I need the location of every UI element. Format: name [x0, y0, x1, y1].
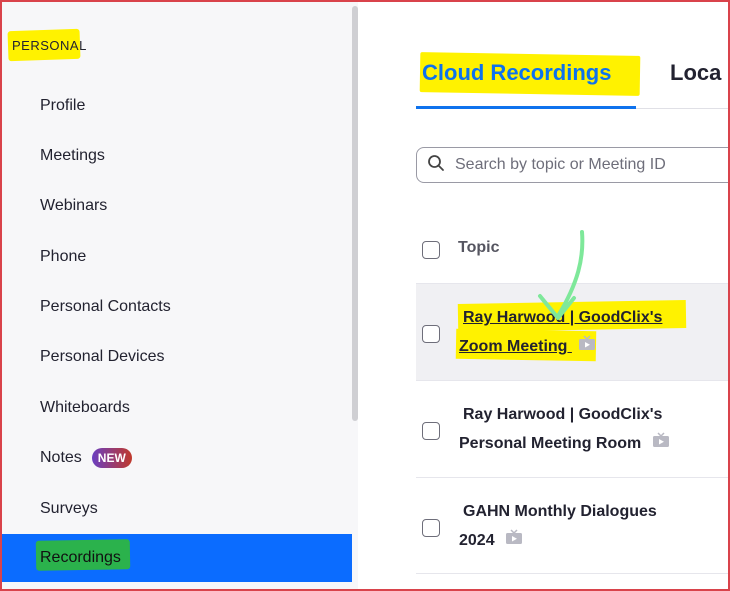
sidebar-item-label: Notes [40, 449, 82, 466]
sidebar-item-label: Personal Devices [40, 348, 165, 365]
tab-local-recordings[interactable]: Loca [670, 60, 721, 86]
topic-line-2: 2024 [459, 532, 495, 549]
row-checkbox[interactable] [422, 422, 440, 440]
sidebar-item-profile[interactable]: Profile [2, 82, 352, 130]
sidebar-item-personal-devices[interactable]: Personal Devices [2, 333, 352, 381]
sidebar-item-surveys[interactable]: Surveys [2, 485, 352, 533]
sidebar-item-label: Recordings [40, 549, 121, 566]
row-checkbox[interactable] [422, 325, 440, 343]
tv-icon [578, 332, 596, 361]
sidebar-item-label: Phone [40, 248, 87, 265]
sidebar-item-whiteboards[interactable]: Whiteboards [2, 384, 352, 432]
sidebar-item-label: Personal Contacts [40, 298, 171, 315]
active-tab-indicator [416, 106, 636, 109]
table-row[interactable]: Ray Harwood | GoodClix's Personal Meetin… [416, 380, 728, 477]
topic-line-2: Personal Meeting Room [459, 435, 642, 452]
tv-icon [505, 526, 523, 555]
sidebar-item-recordings[interactable]: Recordings [2, 534, 352, 582]
column-header-topic: Topic [458, 239, 500, 256]
search-box[interactable] [416, 147, 728, 183]
annotation-arrow-icon [538, 230, 585, 320]
recording-topic-link[interactable]: Ray Harwood | GoodClix's Personal Meetin… [459, 400, 724, 458]
new-badge: NEW [91, 448, 132, 468]
sidebar-item-phone[interactable]: Phone [2, 233, 352, 281]
sidebar-item-webinars[interactable]: Webinars [2, 182, 352, 230]
app-window: PERSONAL Profile Meetings Webinars Phone… [0, 0, 730, 591]
select-all-checkbox[interactable] [422, 241, 440, 259]
table-row[interactable]: GAHN Monthly Dialogues 2024 [416, 477, 728, 574]
sidebar: PERSONAL Profile Meetings Webinars Phone… [2, 2, 358, 589]
topic-line-1: Ray Harwood | GoodClix's [463, 406, 663, 423]
sidebar-item-meetings[interactable]: Meetings [2, 132, 352, 180]
sidebar-item-label: Profile [40, 97, 86, 114]
tab-cloud-recordings[interactable]: Cloud Recordings [422, 60, 611, 86]
sidebar-item-label: Whiteboards [40, 399, 130, 416]
sidebar-item-label: Webinars [40, 197, 108, 214]
recording-topic-link[interactable]: Ray Harwood | GoodClix's Zoom Meeting [459, 303, 724, 361]
sidebar-item-personal-contacts[interactable]: Personal Contacts [2, 283, 352, 331]
search-input[interactable] [453, 155, 728, 175]
sidebar-item-label: Meetings [40, 147, 105, 164]
search-icon [427, 154, 445, 177]
tv-icon [652, 429, 670, 458]
topic-line-1: GAHN Monthly Dialogues [463, 503, 657, 520]
main-content: Cloud Recordings Loca Topic Ray Harwoo [358, 2, 728, 589]
row-checkbox[interactable] [422, 519, 440, 537]
row-divider [416, 573, 728, 574]
sidebar-section-label: PERSONAL [12, 38, 87, 53]
sidebar-item-notes[interactable]: Notes NEW [2, 434, 352, 482]
sidebar-item-label: Surveys [40, 500, 98, 517]
topic-line-2: Zoom Meeting [459, 338, 568, 355]
recording-topic-link[interactable]: GAHN Monthly Dialogues 2024 [459, 497, 724, 555]
topic-line-1: Ray Harwood | GoodClix's [463, 309, 663, 326]
